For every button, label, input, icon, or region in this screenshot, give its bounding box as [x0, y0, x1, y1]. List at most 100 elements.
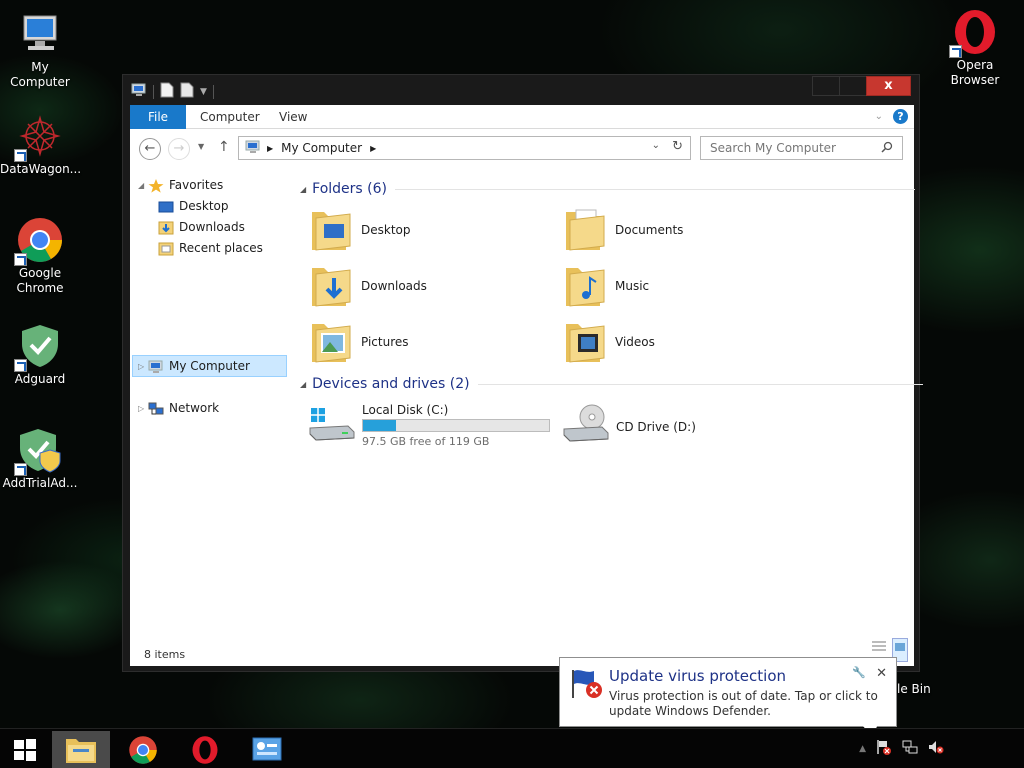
hard-drive-icon: [308, 404, 356, 447]
start-button[interactable]: [0, 731, 50, 768]
settings-wrench-icon[interactable]: 🔧: [852, 666, 866, 679]
address-bar[interactable]: ▶ My Computer ▶ ⌄ ↻: [238, 136, 691, 160]
tab-view[interactable]: View: [279, 105, 307, 129]
expand-triangle-icon[interactable]: ▷: [138, 398, 148, 419]
folder-label: Videos: [615, 335, 655, 349]
desktop-icon-addtrial[interactable]: AddTrialAd...: [0, 426, 80, 491]
nav-favorites[interactable]: ◢ Favorites: [138, 175, 223, 196]
folder-label: Documents: [615, 223, 684, 237]
divider: [212, 84, 214, 99]
new-folder-icon[interactable]: [180, 82, 194, 101]
search-input[interactable]: Search My Computer: [700, 136, 903, 160]
recent-locations-chevron-icon[interactable]: ▼: [198, 142, 204, 151]
desktop-icon-chrome[interactable]: Google Chrome: [0, 216, 80, 296]
volume-muted-icon[interactable]: [928, 739, 944, 758]
taskbar-control-panel[interactable]: [238, 731, 296, 768]
folder-desktop[interactable]: Desktop: [310, 205, 560, 255]
show-hidden-icons-chevron[interactable]: ▲: [859, 744, 866, 754]
tab-computer[interactable]: Computer: [200, 105, 260, 129]
title-bar[interactable]: ▼ x: [123, 75, 919, 105]
refresh-icon[interactable]: ↻: [672, 139, 683, 154]
desktop-folder-icon: [310, 206, 352, 255]
drive-name: CD Drive (D:): [616, 419, 696, 434]
taskbar-opera[interactable]: [176, 731, 234, 768]
back-button[interactable]: ←: [139, 138, 161, 160]
nav-item-label: Desktop: [179, 199, 229, 213]
adguard-trial-shield-icon: [14, 426, 64, 476]
folder-downloads[interactable]: Downloads: [310, 261, 560, 311]
shortcut-arrow-icon: [14, 463, 27, 476]
defender-notification[interactable]: Update virus protection Virus protection…: [559, 657, 897, 738]
folder-music[interactable]: Music: [564, 261, 814, 311]
ribbon-controls: ⌄ ?: [875, 109, 908, 124]
folder-videos[interactable]: Videos: [564, 317, 814, 367]
expand-ribbon-icon[interactable]: ⌄: [875, 111, 883, 122]
pictures-folder-icon: [310, 318, 352, 367]
network-status-icon[interactable]: [902, 739, 918, 758]
maximize-button[interactable]: [839, 76, 867, 96]
network-icon: [148, 402, 164, 416]
nav-item-desktop[interactable]: Desktop: [158, 196, 229, 217]
taskbar-file-explorer[interactable]: [52, 731, 110, 768]
chrome-icon: [129, 735, 157, 764]
drive-usage-fill: [363, 420, 397, 431]
devices-section-header[interactable]: ◢ Devices and drives (2): [300, 376, 923, 392]
adguard-shield-icon: [14, 322, 64, 372]
close-button[interactable]: x: [866, 76, 911, 96]
expand-triangle-icon[interactable]: ▷: [138, 356, 148, 377]
nav-favorites-label: Favorites: [169, 178, 224, 192]
nav-my-computer[interactable]: ▷ My Computer: [138, 356, 250, 377]
collapse-triangle-icon[interactable]: ◢: [300, 185, 306, 194]
folder-label: Desktop: [361, 223, 411, 237]
search-icon[interactable]: [881, 141, 893, 156]
nav-item-label: Recent places: [179, 241, 263, 255]
chevron-down-icon[interactable]: ▼: [200, 87, 207, 97]
close-icon[interactable]: ✕: [876, 666, 887, 681]
drive-cd[interactable]: CD Drive (D:): [562, 403, 696, 450]
desktop-icon-adguard[interactable]: Adguard: [0, 322, 80, 387]
shortcut-arrow-icon: [14, 253, 27, 266]
divider: [153, 84, 154, 99]
section-divider: [395, 188, 915, 190]
recycle-bin-label[interactable]: le Bin: [897, 682, 931, 696]
address-dropdown-icon[interactable]: ⌄: [652, 140, 660, 151]
collapse-triangle-icon[interactable]: ◢: [138, 175, 148, 196]
cd-drive-icon: [562, 403, 610, 450]
nav-network[interactable]: ▷ Network: [138, 398, 219, 419]
tab-file[interactable]: File: [130, 105, 186, 129]
computer-small-icon: [131, 83, 147, 100]
help-icon[interactable]: ?: [893, 109, 908, 124]
up-arrow-icon[interactable]: ↑: [218, 139, 230, 155]
documents-folder-icon: [564, 206, 606, 255]
collapse-triangle-icon[interactable]: ◢: [300, 380, 306, 389]
window-controls: x: [812, 76, 911, 96]
forward-button[interactable]: →: [168, 138, 190, 160]
nav-my-computer-label: My Computer: [169, 359, 250, 373]
desktop-icon-opera[interactable]: Opera Browser: [935, 8, 1015, 88]
datawagon-icon: [14, 112, 64, 162]
desktop-icon-my-computer[interactable]: My Computer: [0, 10, 80, 90]
properties-icon[interactable]: [160, 82, 174, 101]
chrome-icon: [14, 216, 64, 266]
breadcrumb-separator-icon[interactable]: ▶: [370, 144, 376, 153]
folders-section-header[interactable]: ◢ Folders (6): [300, 181, 915, 197]
recent-places-icon: [158, 242, 174, 256]
desktop-icon-label: DataWagon...: [0, 162, 82, 176]
folder-pictures[interactable]: Pictures: [310, 317, 560, 367]
desktop-icon-datawagon[interactable]: DataWagon...: [0, 112, 82, 177]
music-folder-icon: [564, 262, 606, 311]
navigation-pane: ◢ Favorites Desktop Downloads Recent pla…: [130, 169, 292, 644]
folder-documents[interactable]: Documents: [564, 205, 814, 255]
nav-item-downloads[interactable]: Downloads: [158, 217, 245, 238]
minimize-button[interactable]: [812, 76, 840, 96]
drive-local-disk[interactable]: Local Disk (C:) 97.5 GB free of 119 GB: [308, 403, 550, 448]
breadcrumb[interactable]: My Computer: [281, 141, 362, 155]
folder-label: Music: [615, 279, 650, 293]
nav-item-recent-places[interactable]: Recent places: [158, 238, 263, 259]
desktop-icon-label: Google Chrome: [16, 266, 64, 295]
computer-small-icon: [245, 140, 261, 157]
folders-header-label: Folders (6): [312, 181, 387, 197]
action-center-flag-icon[interactable]: [876, 739, 892, 758]
breadcrumb-separator-icon[interactable]: ▶: [267, 144, 273, 153]
taskbar-chrome[interactable]: [114, 731, 172, 768]
